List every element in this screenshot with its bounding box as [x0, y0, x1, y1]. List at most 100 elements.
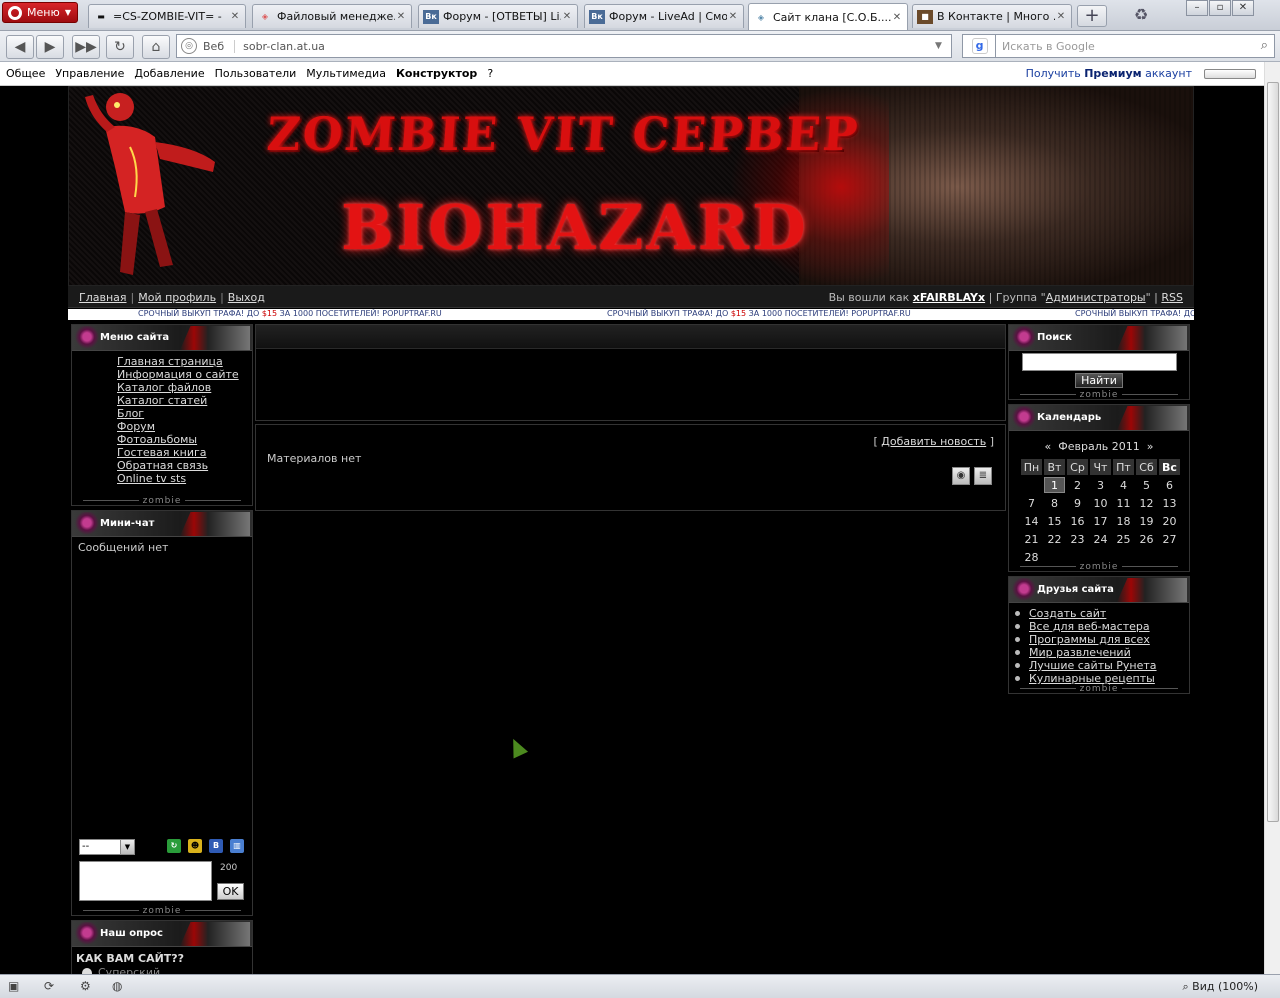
calendar-day[interactable]: 6 — [1159, 477, 1180, 493]
calendar-day[interactable]: 3 — [1090, 477, 1111, 493]
friend-link[interactable]: Лучшие сайты Рунета — [1029, 659, 1157, 672]
tab-forum-answers[interactable]: Вк Форум - [ОТВЕТЫ] Li... ✕ — [418, 4, 578, 28]
turbo-icon[interactable]: ◍ — [112, 979, 122, 993]
calendar-day[interactable]: 20 — [1159, 513, 1180, 529]
calendar-next-link[interactable]: » — [1147, 440, 1154, 453]
menu-link-photos[interactable]: Фотоальбомы — [117, 433, 197, 446]
calendar-day[interactable]: 17 — [1090, 513, 1111, 529]
chat-message-input[interactable] — [79, 861, 212, 901]
scrollbar-thumb[interactable] — [1267, 82, 1279, 822]
calendar-day[interactable]: 16 — [1067, 513, 1088, 529]
nav-home-link[interactable]: Главная — [79, 291, 127, 304]
calendar-day[interactable]: 24 — [1090, 531, 1111, 547]
calendar-prev-link[interactable]: « — [1045, 440, 1052, 453]
group-link[interactable]: Администраторы — [1046, 291, 1146, 304]
ucoz-menu-multimedia[interactable]: Мультимедиа — [306, 67, 386, 80]
calendar-day[interactable]: 21 — [1021, 531, 1042, 547]
eye-icon[interactable]: ◉ — [952, 467, 970, 485]
calendar-day[interactable]: 18 — [1113, 513, 1134, 529]
trash-icon[interactable]: ♻ — [1130, 5, 1152, 27]
reload-button[interactable]: ↻ — [106, 35, 134, 59]
ucoz-menu-users[interactable]: Пользователи — [215, 67, 297, 80]
ucoz-menu-add[interactable]: Добавление — [134, 67, 204, 80]
calendar-day[interactable]: 27 — [1159, 531, 1180, 547]
calendar-day[interactable]: 8 — [1044, 495, 1065, 511]
fast-forward-button[interactable]: ▶▶ — [72, 35, 100, 59]
ad-ticker[interactable]: СРОЧНЫЙ ВЫКУП ТРАФА! ДО $15 ЗА 1000 ПОСЕ… — [68, 309, 1194, 320]
menu-link-blog[interactable]: Блог — [117, 407, 144, 420]
calendar-day[interactable]: 7 — [1021, 495, 1042, 511]
ucoz-bar-slider[interactable] — [1204, 69, 1256, 79]
calendar-day[interactable]: 26 — [1136, 531, 1157, 547]
search-engine-selector[interactable]: g — [962, 34, 996, 58]
list-view-icon[interactable]: ≣ — [974, 467, 992, 485]
menu-link-forum[interactable]: Форум — [117, 420, 155, 433]
calendar-day[interactable]: 15 — [1044, 513, 1065, 529]
chevron-down-icon[interactable]: ▼ — [935, 41, 951, 51]
calendar-day[interactable]: 12 — [1136, 495, 1157, 511]
forward-button[interactable]: ▶ — [36, 35, 64, 59]
zoom-level[interactable]: ⌕ Вид (100%) — [1183, 980, 1259, 994]
username-link[interactable]: xFAIRBLAYx — [913, 291, 985, 304]
nav-profile-link[interactable]: Мой профиль — [138, 291, 216, 304]
site-search-input[interactable] — [1022, 353, 1177, 371]
calendar-day[interactable]: 5 — [1136, 477, 1157, 493]
menu-link-feedback[interactable]: Обратная связь — [117, 459, 208, 472]
rss-link[interactable]: RSS — [1161, 291, 1183, 304]
calendar-day[interactable]: 1 — [1044, 477, 1065, 493]
panel-toggle-icon[interactable]: ▣ — [8, 979, 19, 993]
tab-file-manager[interactable]: ◈ Файловый менедже... ✕ — [252, 4, 412, 28]
close-icon[interactable]: ✕ — [891, 12, 903, 23]
search-icon[interactable]: ⌕ — [1261, 38, 1268, 53]
maximize-button[interactable]: ▫ — [1209, 0, 1231, 16]
calendar-day[interactable]: 2 — [1067, 477, 1088, 493]
friend-link[interactable]: Программы для всех — [1029, 633, 1150, 646]
back-button[interactable]: ◀ — [6, 35, 34, 59]
tab-vkontakte[interactable]: ■ В Контакте | Много ... ✕ — [912, 4, 1072, 28]
minimize-button[interactable]: – — [1186, 0, 1208, 16]
menu-link-online-tv[interactable]: Online tv sts — [117, 472, 186, 485]
calendar-day[interactable]: 14 — [1021, 513, 1042, 529]
calendar-day[interactable]: 10 — [1090, 495, 1111, 511]
google-search-input[interactable]: Искать в Google ⌕ — [995, 34, 1275, 58]
calendar-day[interactable]: 25 — [1113, 531, 1134, 547]
page-scrollbar[interactable] — [1264, 62, 1280, 974]
friend-link[interactable]: Мир развлечений — [1029, 646, 1131, 659]
poll-option[interactable]: Суперский — [82, 966, 160, 974]
calendar-day[interactable]: 19 — [1136, 513, 1157, 529]
bbcode-icon[interactable]: B — [209, 839, 223, 853]
ucoz-menu-manage[interactable]: Управление — [55, 67, 124, 80]
close-icon[interactable]: ✕ — [727, 11, 739, 22]
close-icon[interactable]: ✕ — [1055, 11, 1067, 22]
premium-link[interactable]: Получить Премиум аккаунт — [1026, 67, 1192, 80]
friend-link[interactable]: Все для веб-мастера — [1029, 620, 1150, 633]
close-icon[interactable]: ✕ — [561, 11, 573, 22]
calendar-day[interactable]: 9 — [1067, 495, 1088, 511]
friend-link[interactable]: Создать сайт — [1029, 607, 1106, 620]
address-bar[interactable]: ◎ Веб sobr-clan.at.ua ▼ — [176, 34, 952, 58]
close-icon[interactable]: ✕ — [395, 11, 407, 22]
stats-icon[interactable]: ▥ — [230, 839, 244, 853]
ucoz-menu-general[interactable]: Общее — [6, 67, 45, 80]
close-icon[interactable]: ✕ — [229, 11, 241, 22]
ucoz-menu-constructor[interactable]: Конструктор — [396, 67, 477, 80]
menu-link-articles[interactable]: Каталог статей — [117, 394, 207, 407]
tab-forum-livead[interactable]: Вк Форум - LiveAd | Смо... ✕ — [584, 4, 744, 28]
url-field[interactable]: sobr-clan.at.ua — [243, 40, 935, 53]
smiley-icon[interactable]: ☻ — [188, 839, 202, 853]
calendar-day[interactable]: 11 — [1113, 495, 1134, 511]
calendar-day[interactable]: 4 — [1113, 477, 1134, 493]
menu-link-about[interactable]: Информация о сайте — [117, 368, 239, 381]
sync-icon[interactable]: ⟳ — [44, 979, 54, 993]
opera-menu-button[interactable]: Меню ▼ — [2, 2, 78, 23]
site-search-button[interactable]: Найти — [1075, 373, 1123, 388]
ucoz-menu-help[interactable]: ? — [487, 67, 493, 80]
menu-link-guestbook[interactable]: Гостевая книга — [117, 446, 207, 459]
chat-ok-button[interactable]: OK — [217, 883, 244, 900]
network-icon[interactable]: ⚙ — [80, 979, 91, 993]
calendar-day[interactable]: 13 — [1159, 495, 1180, 511]
chat-smiley-select[interactable]: -- ▼ — [79, 839, 135, 855]
home-button[interactable]: ⌂ — [142, 35, 170, 59]
close-window-button[interactable]: ✕ — [1232, 0, 1254, 16]
calendar-day[interactable]: 22 — [1044, 531, 1065, 547]
